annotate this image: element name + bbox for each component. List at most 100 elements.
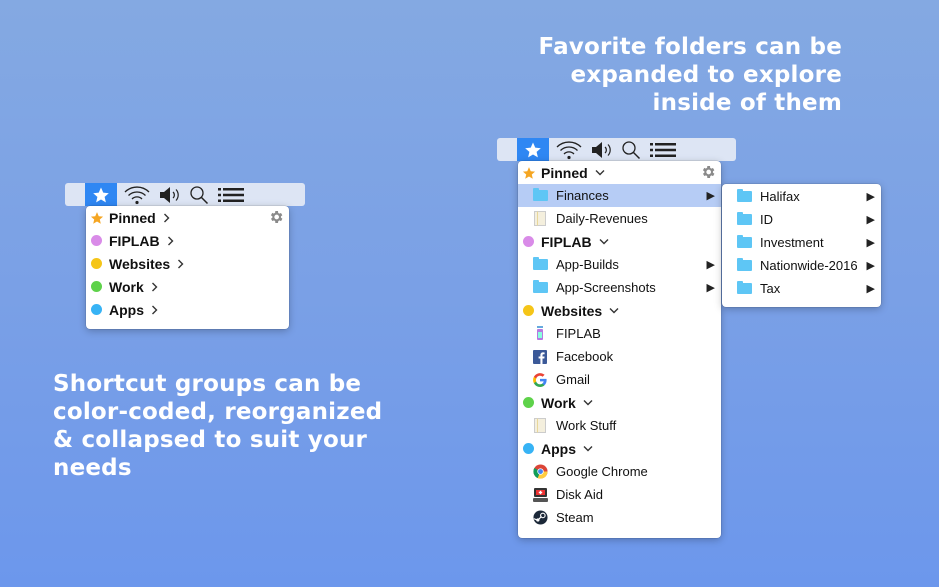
shortcut-item-fiplab[interactable]: FIPLAB	[518, 322, 721, 345]
group-websites[interactable]: Websites	[86, 252, 289, 275]
group-label: Pinned	[109, 209, 156, 226]
wifi-menu-button[interactable]	[117, 183, 157, 206]
search-menu-button[interactable]	[617, 138, 645, 161]
star-menu-button[interactable]	[517, 138, 549, 161]
shortcut-item-gmail[interactable]: Gmail	[518, 368, 721, 391]
steam-icon	[532, 510, 548, 526]
group-fiplab[interactable]: FIPLAB	[518, 230, 721, 253]
caption-line: & collapsed to suit your	[53, 427, 368, 453]
shortcut-item-app-builds[interactable]: App-Builds ▶	[518, 253, 721, 276]
facebook-icon	[532, 349, 548, 365]
chevron-right-icon	[167, 236, 174, 246]
color-dot-icon	[523, 236, 534, 247]
submenu-arrow-icon: ▶	[706, 282, 715, 294]
shortcut-label: Facebook	[556, 349, 614, 364]
shortcut-item-disk-aid[interactable]: Disk Aid	[518, 483, 721, 506]
color-dot-icon	[523, 305, 534, 316]
group-apps[interactable]: Apps	[518, 437, 721, 460]
group-websites[interactable]: Websites	[518, 299, 721, 322]
group-label: Websites	[109, 255, 171, 272]
volume-menu-button[interactable]	[589, 138, 617, 161]
folder-icon	[736, 212, 752, 228]
shortcut-label: Gmail	[556, 372, 590, 387]
volume-menu-button[interactable]	[157, 183, 185, 206]
shortcut-item-daily-revenues[interactable]: Daily-Revenues	[518, 207, 721, 230]
caption-line: Shortcut groups can be	[53, 371, 362, 397]
gear-icon[interactable]	[268, 209, 284, 225]
star-icon	[90, 211, 104, 225]
folder-icon	[532, 257, 548, 273]
caption-favorite-folders: Favorite folders can be expanded to expl…	[520, 33, 842, 117]
shortcut-item-app-screenshots[interactable]: App-Screenshots ▶	[518, 276, 721, 299]
menu-bar-left	[65, 183, 305, 206]
chevron-down-icon	[595, 169, 605, 176]
collapsed-shortcut-menu: Pinned FIPLAB Websites Work Apps	[86, 206, 289, 329]
star-icon	[522, 166, 536, 180]
submenu-item-tax[interactable]: Tax ▶	[722, 277, 881, 300]
search-menu-button[interactable]	[185, 183, 213, 206]
group-label: Websites	[541, 302, 603, 319]
shortcut-label: Google Chrome	[556, 464, 648, 479]
chrome-icon	[532, 464, 548, 480]
color-dot-icon	[523, 443, 534, 454]
submenu-item-investment[interactable]: Investment ▶	[722, 231, 881, 254]
caption-line: expanded to explore	[570, 62, 842, 88]
search-icon	[190, 185, 209, 204]
caption-line: needs	[53, 455, 132, 481]
submenu-item-nationwide-2016[interactable]: Nationwide-2016 ▶	[722, 254, 881, 277]
submenu-arrow-icon: ▶	[866, 191, 875, 203]
caption-line: inside of them	[652, 90, 842, 116]
wifi-menu-button[interactable]	[549, 138, 589, 161]
folder-icon	[532, 280, 548, 296]
submenu-arrow-icon: ▶	[706, 259, 715, 271]
color-dot-icon	[91, 258, 102, 269]
volume-icon	[592, 141, 611, 158]
shortcut-item-steam[interactable]: Steam	[518, 506, 721, 529]
expanded-shortcut-menu: Pinned Finances ▶ Daily-Revenues FIPLAB App-B…	[518, 161, 721, 538]
submenu-label: Investment	[760, 235, 824, 250]
group-pinned[interactable]: Pinned	[518, 161, 721, 184]
submenu-label: ID	[760, 212, 773, 227]
star-menu-button[interactable]	[85, 183, 117, 206]
shortcut-item-facebook[interactable]: Facebook	[518, 345, 721, 368]
submenu-item-id[interactable]: ID ▶	[722, 208, 881, 231]
document-icon	[532, 418, 548, 434]
submenu-arrow-icon: ▶	[866, 237, 875, 249]
submenu-label: Tax	[760, 281, 781, 296]
shortcut-item-google-chrome[interactable]: Google Chrome	[518, 460, 721, 483]
group-label: FIPLAB	[541, 233, 592, 250]
shortcut-label: Daily-Revenues	[556, 211, 648, 226]
submenu-item-halifax[interactable]: Halifax ▶	[722, 185, 881, 208]
submenu-arrow-icon: ▶	[706, 190, 715, 202]
folder-icon	[532, 188, 548, 204]
shortcut-item-work-stuff[interactable]: Work Stuff	[518, 414, 721, 437]
list-menu-button[interactable]	[645, 138, 681, 161]
chevron-down-icon	[583, 399, 593, 406]
group-pinned[interactable]: Pinned	[86, 206, 289, 229]
group-apps[interactable]: Apps	[86, 298, 289, 321]
submenu-arrow-icon: ▶	[866, 214, 875, 226]
group-fiplab[interactable]: FIPLAB	[86, 229, 289, 252]
group-work[interactable]: Work	[86, 275, 289, 298]
color-dot-icon	[91, 281, 102, 292]
group-work[interactable]: Work	[518, 391, 721, 414]
submenu-label: Nationwide-2016	[760, 258, 858, 273]
finances-submenu: Halifax ▶ ID ▶ Investment ▶ Nationwide-2016 ▶ Ta…	[722, 184, 881, 307]
shortcut-label: Disk Aid	[556, 487, 603, 502]
shortcut-label: Finances	[556, 188, 609, 203]
submenu-arrow-icon: ▶	[866, 260, 875, 272]
menu-bar-spacer	[65, 183, 85, 206]
list-menu-button[interactable]	[213, 183, 249, 206]
color-dot-icon	[91, 304, 102, 315]
chevron-right-icon	[177, 259, 184, 269]
folder-icon	[736, 189, 752, 205]
list-icon	[650, 142, 676, 157]
chevron-down-icon	[599, 238, 609, 245]
gear-icon[interactable]	[700, 164, 716, 180]
caption-line: color-coded, reorganized	[53, 399, 383, 425]
caption-line: Favorite folders can be	[538, 34, 842, 60]
shortcut-item-finances[interactable]: Finances ▶	[518, 184, 721, 207]
group-label: Work	[541, 394, 576, 411]
folder-icon	[736, 235, 752, 251]
list-icon	[218, 187, 244, 202]
